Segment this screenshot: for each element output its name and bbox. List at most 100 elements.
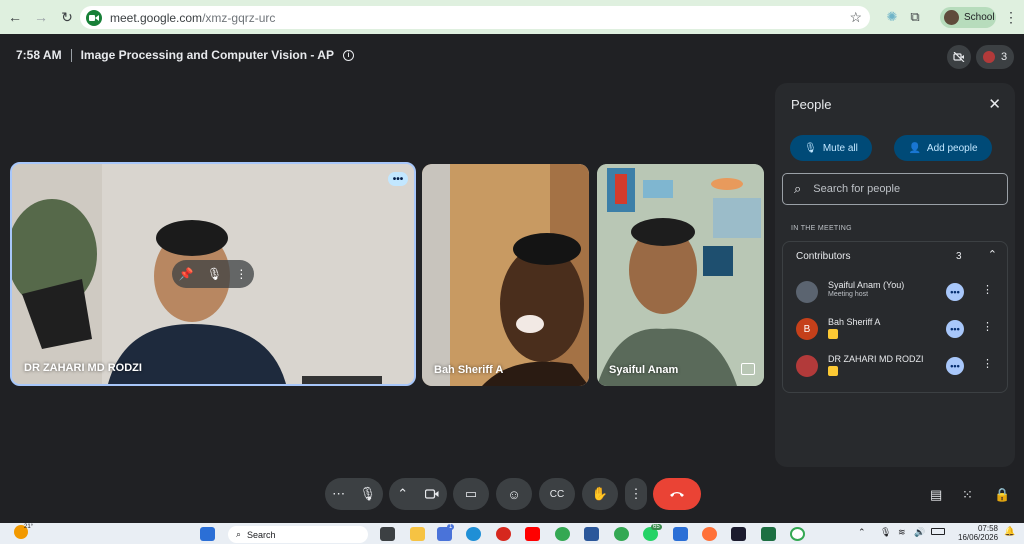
forward-icon[interactable]: → xyxy=(30,6,52,28)
profile-avatar xyxy=(944,10,959,25)
badge-icon xyxy=(828,366,838,376)
file-explorer-icon[interactable] xyxy=(410,527,425,541)
more-options-icon[interactable]: ••• xyxy=(946,320,964,338)
tile-name: Bah Sheriff A xyxy=(434,364,504,376)
search-placeholder: Search for people xyxy=(813,183,901,195)
mute-all-button[interactable]: 🎙 Mute all xyxy=(790,135,872,161)
browser-menu-icon[interactable]: ⋮ xyxy=(1004,9,1018,26)
section-label: IN THE MEETING xyxy=(791,225,852,232)
more-options-icon[interactable]: ⋮ xyxy=(625,478,647,510)
app-icon-b[interactable] xyxy=(731,527,746,541)
task-view-icon[interactable] xyxy=(380,527,395,541)
host-controls-icon[interactable]: 🔒 xyxy=(994,487,1010,503)
back-icon[interactable]: ← xyxy=(4,6,26,28)
excel-icon[interactable] xyxy=(761,527,776,541)
picture-in-picture-icon[interactable] xyxy=(741,363,755,375)
word-icon[interactable] xyxy=(673,527,688,541)
group-label[interactable]: Contributors xyxy=(796,251,850,262)
participant-name: Bah Sheriff A xyxy=(828,317,881,327)
header-divider xyxy=(70,48,72,62)
more-horiz-icon[interactable]: ⋯ xyxy=(332,486,345,502)
mic-tray-icon[interactable]: 🎙 xyxy=(880,527,891,538)
badge-icon xyxy=(828,329,838,339)
chrome-icon[interactable] xyxy=(555,527,570,541)
add-people-button[interactable]: 👤 Add people xyxy=(894,135,992,161)
windows-start-icon[interactable] xyxy=(200,527,215,541)
battery-icon[interactable] xyxy=(931,528,945,535)
more-vert-icon[interactable]: ⋮ xyxy=(982,283,993,296)
participant-avatar-stack xyxy=(982,51,995,63)
panel-title: People xyxy=(791,97,832,112)
more-options-icon[interactable]: ••• xyxy=(946,357,964,375)
volume-icon[interactable]: 🔊 xyxy=(914,527,925,538)
video-frame-bah xyxy=(422,164,589,386)
app-icon-c[interactable] xyxy=(790,527,805,541)
mic-icon[interactable]: 🎙 xyxy=(359,486,376,502)
participant-name: DR ZAHARI MD RODZI xyxy=(828,354,924,364)
group-count: 3 xyxy=(956,251,962,262)
store-icon[interactable] xyxy=(584,527,599,541)
participant-row: DR ZAHARI MD RODZI ••• ⋮ xyxy=(796,352,1002,382)
participants-button[interactable]: 3 xyxy=(976,45,1014,69)
pin-icon[interactable]: 📌 xyxy=(179,267,194,281)
chevron-up-icon[interactable]: ⌃ xyxy=(988,248,997,261)
firefox-icon[interactable] xyxy=(702,527,717,541)
videocam-icon[interactable] xyxy=(424,487,439,502)
video-tile-syaiful[interactable]: Syaiful Anam xyxy=(597,164,764,386)
search-icon: ⌕ xyxy=(236,529,242,539)
address-bar[interactable]: meet.google.com/xmz-gqrz-urc ☆ xyxy=(80,6,870,29)
mic-icon[interactable]: 🎙 xyxy=(207,267,222,281)
tile-name: DR ZAHARI MD RODZI xyxy=(24,362,142,374)
captions-icon[interactable]: CC xyxy=(539,478,575,510)
video-tile-bah[interactable]: Bah Sheriff A xyxy=(422,164,589,386)
tile-name: Syaiful Anam xyxy=(609,364,679,376)
raise-hand-icon[interactable]: ✋ xyxy=(582,478,618,510)
extension-icon[interactable]: ✺ xyxy=(883,8,901,26)
participant-row: B Bah Sheriff A ••• ⋮ xyxy=(796,315,1002,345)
edge-icon[interactable] xyxy=(466,527,481,541)
chat-icon[interactable]: ▤ xyxy=(930,487,942,503)
taskbar-search[interactable]: ⌕ Search xyxy=(228,526,368,543)
person-add-icon: 👤 xyxy=(908,142,921,154)
present-screen-icon[interactable]: ▭ xyxy=(453,478,489,510)
emoji-icon[interactable]: ☺ xyxy=(496,478,532,510)
call-end-icon xyxy=(670,492,684,497)
more-vert-icon[interactable]: ⋮ xyxy=(235,267,247,281)
tile-hover-controls: 📌 🎙 ⋮ xyxy=(172,260,254,288)
bookmark-star-icon[interactable]: ☆ xyxy=(849,9,862,26)
avatar: B xyxy=(796,318,818,340)
extensions-puzzle-icon[interactable]: ⧉ xyxy=(906,8,924,26)
info-icon[interactable]: i xyxy=(342,49,354,61)
video-frame-syaiful xyxy=(597,164,764,386)
reload-icon[interactable]: ↻ xyxy=(56,6,78,28)
mic-control[interactable]: ⋯ 🎙 xyxy=(325,478,383,510)
mic-off-icon: 🎙 xyxy=(804,142,817,154)
people-search-input[interactable]: ⌕ Search for people xyxy=(782,173,1008,205)
close-icon[interactable]: ✕ xyxy=(988,95,1001,113)
contributors-group: Contributors 3 ⌃ Syaiful Anam (You) Meet… xyxy=(782,241,1008,393)
chevron-up-icon[interactable]: ⌃ xyxy=(397,486,408,502)
tile-more-options-icon[interactable]: ••• xyxy=(388,172,408,186)
wifi-icon[interactable]: ≋ xyxy=(898,527,906,538)
profile-chip[interactable]: School xyxy=(940,7,996,28)
clock-time: 07:58 xyxy=(977,524,998,533)
tray-chevron-icon[interactable]: ⌃ xyxy=(858,527,866,538)
meet-site-icon xyxy=(86,9,102,26)
participant-name: Syaiful Anam (You) xyxy=(828,280,905,290)
camera-off-icon[interactable] xyxy=(947,45,971,69)
youtube-icon[interactable] xyxy=(525,527,540,541)
avatar xyxy=(796,355,818,377)
notification-bell-icon[interactable]: 🔔 xyxy=(1004,526,1015,537)
taskbar-clock[interactable]: 07:58 16/06/2026 xyxy=(958,524,998,542)
more-vert-icon[interactable]: ⋮ xyxy=(982,320,993,333)
activities-icon[interactable]: ⁙ xyxy=(962,487,973,503)
camera-control[interactable]: ⌃ xyxy=(389,478,447,510)
more-vert-icon[interactable]: ⋮ xyxy=(982,357,993,370)
more-options-icon[interactable]: ••• xyxy=(946,283,964,301)
chrome-active-icon[interactable] xyxy=(614,527,629,541)
opera-icon[interactable] xyxy=(496,527,511,541)
meeting-title: Image Processing and Computer Vision - A… xyxy=(80,48,334,62)
people-panel: People ✕ 🎙 Mute all 👤 Add people ⌕ Searc… xyxy=(775,83,1015,467)
search-icon: ⌕ xyxy=(794,181,802,196)
end-call-button[interactable] xyxy=(653,478,701,510)
